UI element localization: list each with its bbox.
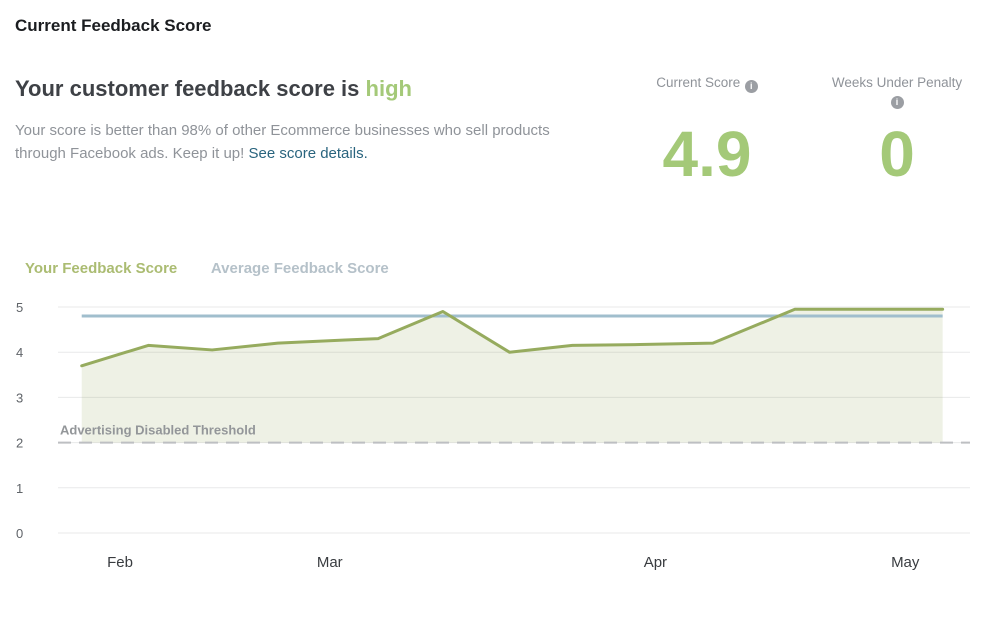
weeks-under-penalty-info-icon[interactable]: i <box>890 96 904 109</box>
headline-prefix: Your customer feedback score is <box>15 76 360 101</box>
weeks-under-penalty-value: 0 <box>879 118 915 190</box>
chart-legend: Your Feedback Score Average Feedback Sco… <box>25 260 389 277</box>
y-tick-label: 1 <box>16 481 23 496</box>
x-tick-label: Apr <box>644 554 667 571</box>
y-tick-label: 3 <box>16 390 23 405</box>
weeks-under-penalty-stat: Weeks Under Penalty i 0 <box>812 74 982 186</box>
headline: Your customer feedback score is high <box>15 76 412 102</box>
feedback-score-page: Current Feedback Score Your customer fee… <box>0 0 1000 617</box>
legend-average-feedback-score[interactable]: Average Feedback Score <box>211 260 389 277</box>
page-title: Current Feedback Score <box>15 16 212 35</box>
y-tick-label: 5 <box>16 300 23 315</box>
feedback-score-chart: 0 1 2 3 4 5 Feb Mar Apr May Advertising Disabled T… <box>16 295 976 585</box>
x-tick-label: Mar <box>317 554 343 571</box>
current-score-value: 4.9 <box>662 118 752 190</box>
weeks-under-penalty-label: Weeks Under Penalty <box>831 75 963 90</box>
y-tick-label: 2 <box>16 436 23 451</box>
legend-your-feedback-score[interactable]: Your Feedback Score <box>25 260 177 277</box>
y-tick-label: 4 <box>16 345 23 360</box>
feedback-score-chart-svg: 0 1 2 3 4 5 Feb Mar Apr May Advertising Disabled T… <box>16 300 970 571</box>
current-score-label: Current Score <box>656 75 741 90</box>
see-score-details-link[interactable]: See score details. <box>249 145 368 162</box>
current-score-info-icon[interactable]: i <box>744 80 758 93</box>
description: Your score is better than 98% of other E… <box>15 119 575 165</box>
headline-status: high <box>365 76 412 101</box>
advertising-disabled-threshold-label: Advertising Disabled Threshold <box>60 423 256 438</box>
x-tick-label: May <box>891 554 920 571</box>
x-tick-label: Feb <box>107 554 133 571</box>
current-score-stat: Current Score i 4.9 <box>622 74 792 186</box>
y-tick-label: 0 <box>16 526 23 541</box>
